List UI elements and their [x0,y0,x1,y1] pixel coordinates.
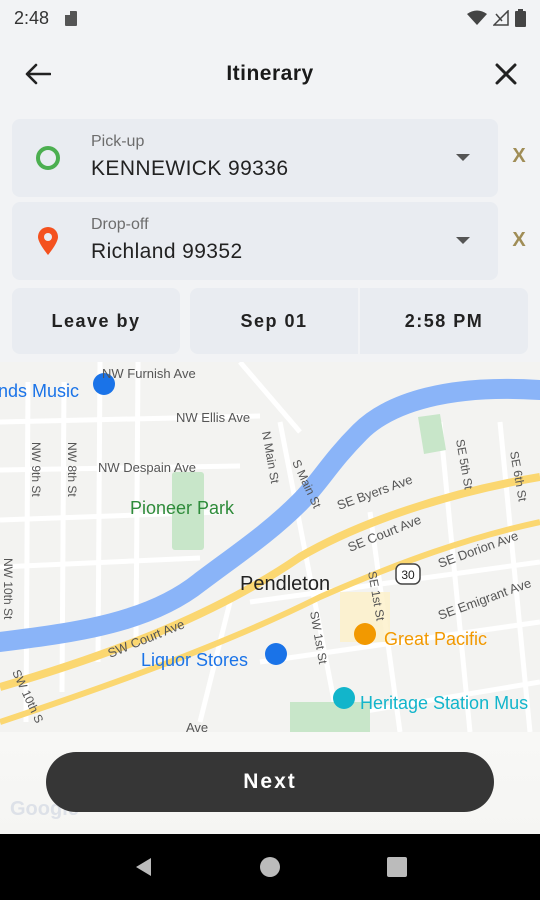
dropoff-value: Richland 99352 [91,240,243,263]
map-label-ave-partial: Ave [186,720,208,732]
signal-icon [493,10,509,26]
dropoff-field[interactable]: Drop-off Richland 99352 [12,202,498,280]
time-options: Leave by Sep 01 2:58 PM [12,288,528,354]
app-header: Itinerary [0,36,540,112]
date-button[interactable]: Sep 01 [190,288,358,354]
restaurant-poi-icon [354,623,376,645]
system-nav-bar [0,834,540,900]
clear-dropoff-button[interactable]: X [512,229,526,252]
map-label-pioneer-park: Pioneer Park [130,498,235,518]
origin-circle-icon [36,146,60,170]
map-label-se-byers: SE Byers Ave [335,472,415,513]
arrow-left-icon [25,63,51,85]
map-label-eighth: NW 8th St [65,442,79,497]
map-canvas: 30 nds Music NW Furnish Ave NW Ellis Ave… [0,362,540,732]
nav-recents-button[interactable] [377,847,417,887]
map-label-furnish: NW Furnish Ave [102,366,196,381]
nav-back-button[interactable] [123,847,163,887]
route-30-shield: 30 [395,563,421,585]
map-label-ellis: NW Ellis Ave [176,410,250,425]
museum-poi-icon [333,687,355,709]
map-label-despain: NW Despain Ave [98,460,196,475]
pickup-field[interactable]: Pick-up KENNEWICK 99336 [12,119,498,197]
recents-square-icon [386,857,407,877]
map-label-great-pacific: Great Pacific [384,629,487,649]
location-pin-icon [38,227,58,255]
map-label-pendleton: Pendleton [240,573,330,595]
back-button[interactable] [18,54,58,94]
battery-icon [515,9,526,27]
leave-by-button[interactable]: Leave by [12,288,180,354]
status-time: 2:48 [14,7,50,28]
liquor-store-poi-icon [265,643,287,665]
map-label-se-5th: SE 5th St [453,438,476,491]
map-label-music: nds Music [0,381,79,401]
chevron-down-icon [456,237,470,244]
map-label-heritage: Heritage Station Mus [360,693,528,713]
status-bar: 2:48 [0,0,540,36]
map-label-se-6th: SE 6th St [507,450,530,503]
dropoff-label: Drop-off [91,216,149,233]
wifi-icon [467,10,487,25]
home-circle-icon [259,857,280,877]
clear-pickup-button[interactable]: X [512,145,526,168]
next-button[interactable]: Next [46,752,494,812]
time-button[interactable]: 2:58 PM [360,288,528,354]
map-label-sw-1st: SW 1st St [307,610,330,666]
close-button[interactable] [486,54,526,94]
map-label-n-main: N Main St [259,430,282,485]
map-label-ninth: NW 9th St [29,442,43,497]
pickup-value: KENNEWICK 99336 [91,157,289,180]
page-title: Itinerary [226,62,314,85]
map[interactable]: 30 nds Music NW Furnish Ave NW Ellis Ave… [0,362,540,732]
map-label-tenth: NW 10th St [1,558,15,620]
sd-card-icon [65,10,78,26]
chevron-down-icon [456,154,470,161]
back-triangle-icon [136,858,152,876]
map-label-liquor-stores: Liquor Stores [141,650,248,670]
pickup-label: Pick-up [91,133,145,150]
close-icon [495,63,517,85]
svg-text:30: 30 [401,568,415,582]
nav-home-button[interactable] [250,847,290,887]
status-icons [467,9,526,27]
